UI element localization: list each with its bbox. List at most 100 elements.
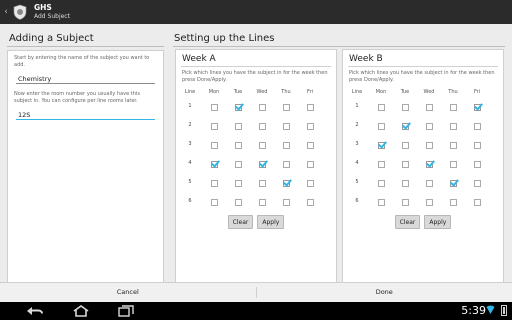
checkbox[interactable] (425, 180, 433, 187)
checkbox[interactable] (306, 180, 314, 187)
clear-button[interactable]: Clear (227, 215, 254, 229)
checkbox[interactable] (401, 142, 409, 149)
line-row: 1 (345, 96, 489, 115)
checkbox[interactable] (401, 161, 409, 168)
checkbox[interactable] (306, 199, 314, 206)
checkbox-checked[interactable] (377, 142, 385, 149)
checkbox[interactable] (210, 180, 218, 187)
checkbox-cell (465, 172, 489, 191)
checkbox[interactable] (401, 199, 409, 206)
checkbox[interactable] (258, 104, 266, 111)
checkbox[interactable] (210, 142, 218, 149)
checkbox[interactable] (306, 104, 314, 111)
day-column-header: Wed (256, 88, 268, 95)
checkbox[interactable] (473, 142, 481, 149)
home-icon[interactable] (72, 305, 90, 317)
checkbox[interactable] (473, 199, 481, 206)
day-column-header: Thu (281, 88, 291, 95)
back-icon[interactable] (26, 306, 44, 316)
checkbox-checked[interactable] (210, 161, 218, 168)
day-column-header: Fri (307, 88, 313, 95)
checkbox[interactable] (234, 142, 242, 149)
checkbox[interactable] (282, 199, 290, 206)
checkbox-checked[interactable] (449, 180, 457, 187)
room-number-input[interactable]: 12S (16, 108, 155, 120)
checkbox-cell (393, 96, 417, 115)
clear-button[interactable]: Clear (394, 215, 421, 229)
checkbox[interactable] (282, 123, 290, 130)
checkbox[interactable] (282, 104, 290, 111)
recent-apps-icon[interactable] (118, 305, 134, 317)
checkbox[interactable] (282, 142, 290, 149)
checkbox[interactable] (425, 104, 433, 111)
line-column-header: Line (351, 88, 363, 95)
checkbox[interactable] (258, 123, 266, 130)
checkbox[interactable] (234, 161, 242, 168)
line-row: 6 (178, 191, 322, 210)
checkbox[interactable] (377, 123, 385, 130)
checkbox[interactable] (449, 123, 457, 130)
checkbox-cell (417, 134, 441, 153)
checkbox[interactable] (449, 104, 457, 111)
checkbox[interactable] (449, 142, 457, 149)
checkbox[interactable] (473, 123, 481, 130)
checkbox[interactable] (258, 199, 266, 206)
checkbox-checked[interactable] (282, 180, 290, 187)
checkbox[interactable] (449, 161, 457, 168)
checkbox[interactable] (377, 180, 385, 187)
battery-icon (501, 305, 507, 316)
checkbox[interactable] (234, 123, 242, 130)
week-b-panel: Week B Pick which lines you have the sub… (342, 49, 504, 299)
checkbox-cell (465, 134, 489, 153)
checkbox[interactable] (282, 161, 290, 168)
checkbox[interactable] (473, 180, 481, 187)
wifi-icon (486, 305, 495, 314)
checkbox[interactable] (306, 123, 314, 130)
line-row: 1 (178, 96, 322, 115)
checkbox[interactable] (210, 104, 218, 111)
line-number: 2 (355, 121, 359, 128)
checkbox-cell (369, 172, 393, 191)
clock: 5:39 (461, 304, 486, 317)
checkbox-checked[interactable] (425, 161, 433, 168)
cancel-button[interactable]: Cancel (0, 283, 256, 302)
checkbox-checked[interactable] (234, 104, 242, 111)
checkbox-checked[interactable] (258, 161, 266, 168)
done-button[interactable]: Done (257, 283, 512, 302)
checkbox[interactable] (258, 142, 266, 149)
checkbox[interactable] (377, 199, 385, 206)
line-number: 6 (188, 197, 192, 204)
checkbox[interactable] (425, 142, 433, 149)
checkbox-cell (298, 115, 322, 134)
line-row: 5 (178, 172, 322, 191)
checkbox[interactable] (401, 104, 409, 111)
checkbox-checked[interactable] (473, 104, 481, 111)
checkbox[interactable] (210, 123, 218, 130)
checkbox[interactable] (210, 199, 218, 206)
subject-name-input[interactable]: Chemistry (16, 72, 155, 84)
checkbox[interactable] (258, 180, 266, 187)
up-caret-icon[interactable]: ‹ (2, 7, 10, 17)
checkbox-checked[interactable] (401, 123, 409, 130)
apply-button[interactable]: Apply (257, 215, 285, 229)
line-number: 3 (355, 140, 359, 147)
app-logo-icon[interactable] (12, 4, 28, 20)
heading-divider (7, 46, 164, 47)
checkbox[interactable] (401, 180, 409, 187)
checkbox[interactable] (377, 161, 385, 168)
checkbox-cell (417, 172, 441, 191)
checkbox[interactable] (473, 161, 481, 168)
checkbox[interactable] (425, 199, 433, 206)
checkbox-cell (226, 96, 250, 115)
checkbox[interactable] (377, 104, 385, 111)
checkbox[interactable] (234, 199, 242, 206)
checkbox[interactable] (306, 142, 314, 149)
checkbox[interactable] (306, 161, 314, 168)
checkbox[interactable] (425, 123, 433, 130)
checkbox[interactable] (234, 180, 242, 187)
checkbox-cell (369, 153, 393, 172)
apply-button[interactable]: Apply (424, 215, 452, 229)
lines-grid: Line Mon Tue Wed Thu Fri 1 2 3 4 5 6 (178, 87, 322, 210)
checkbox[interactable] (449, 199, 457, 206)
day-column-header: Thu (448, 88, 458, 95)
